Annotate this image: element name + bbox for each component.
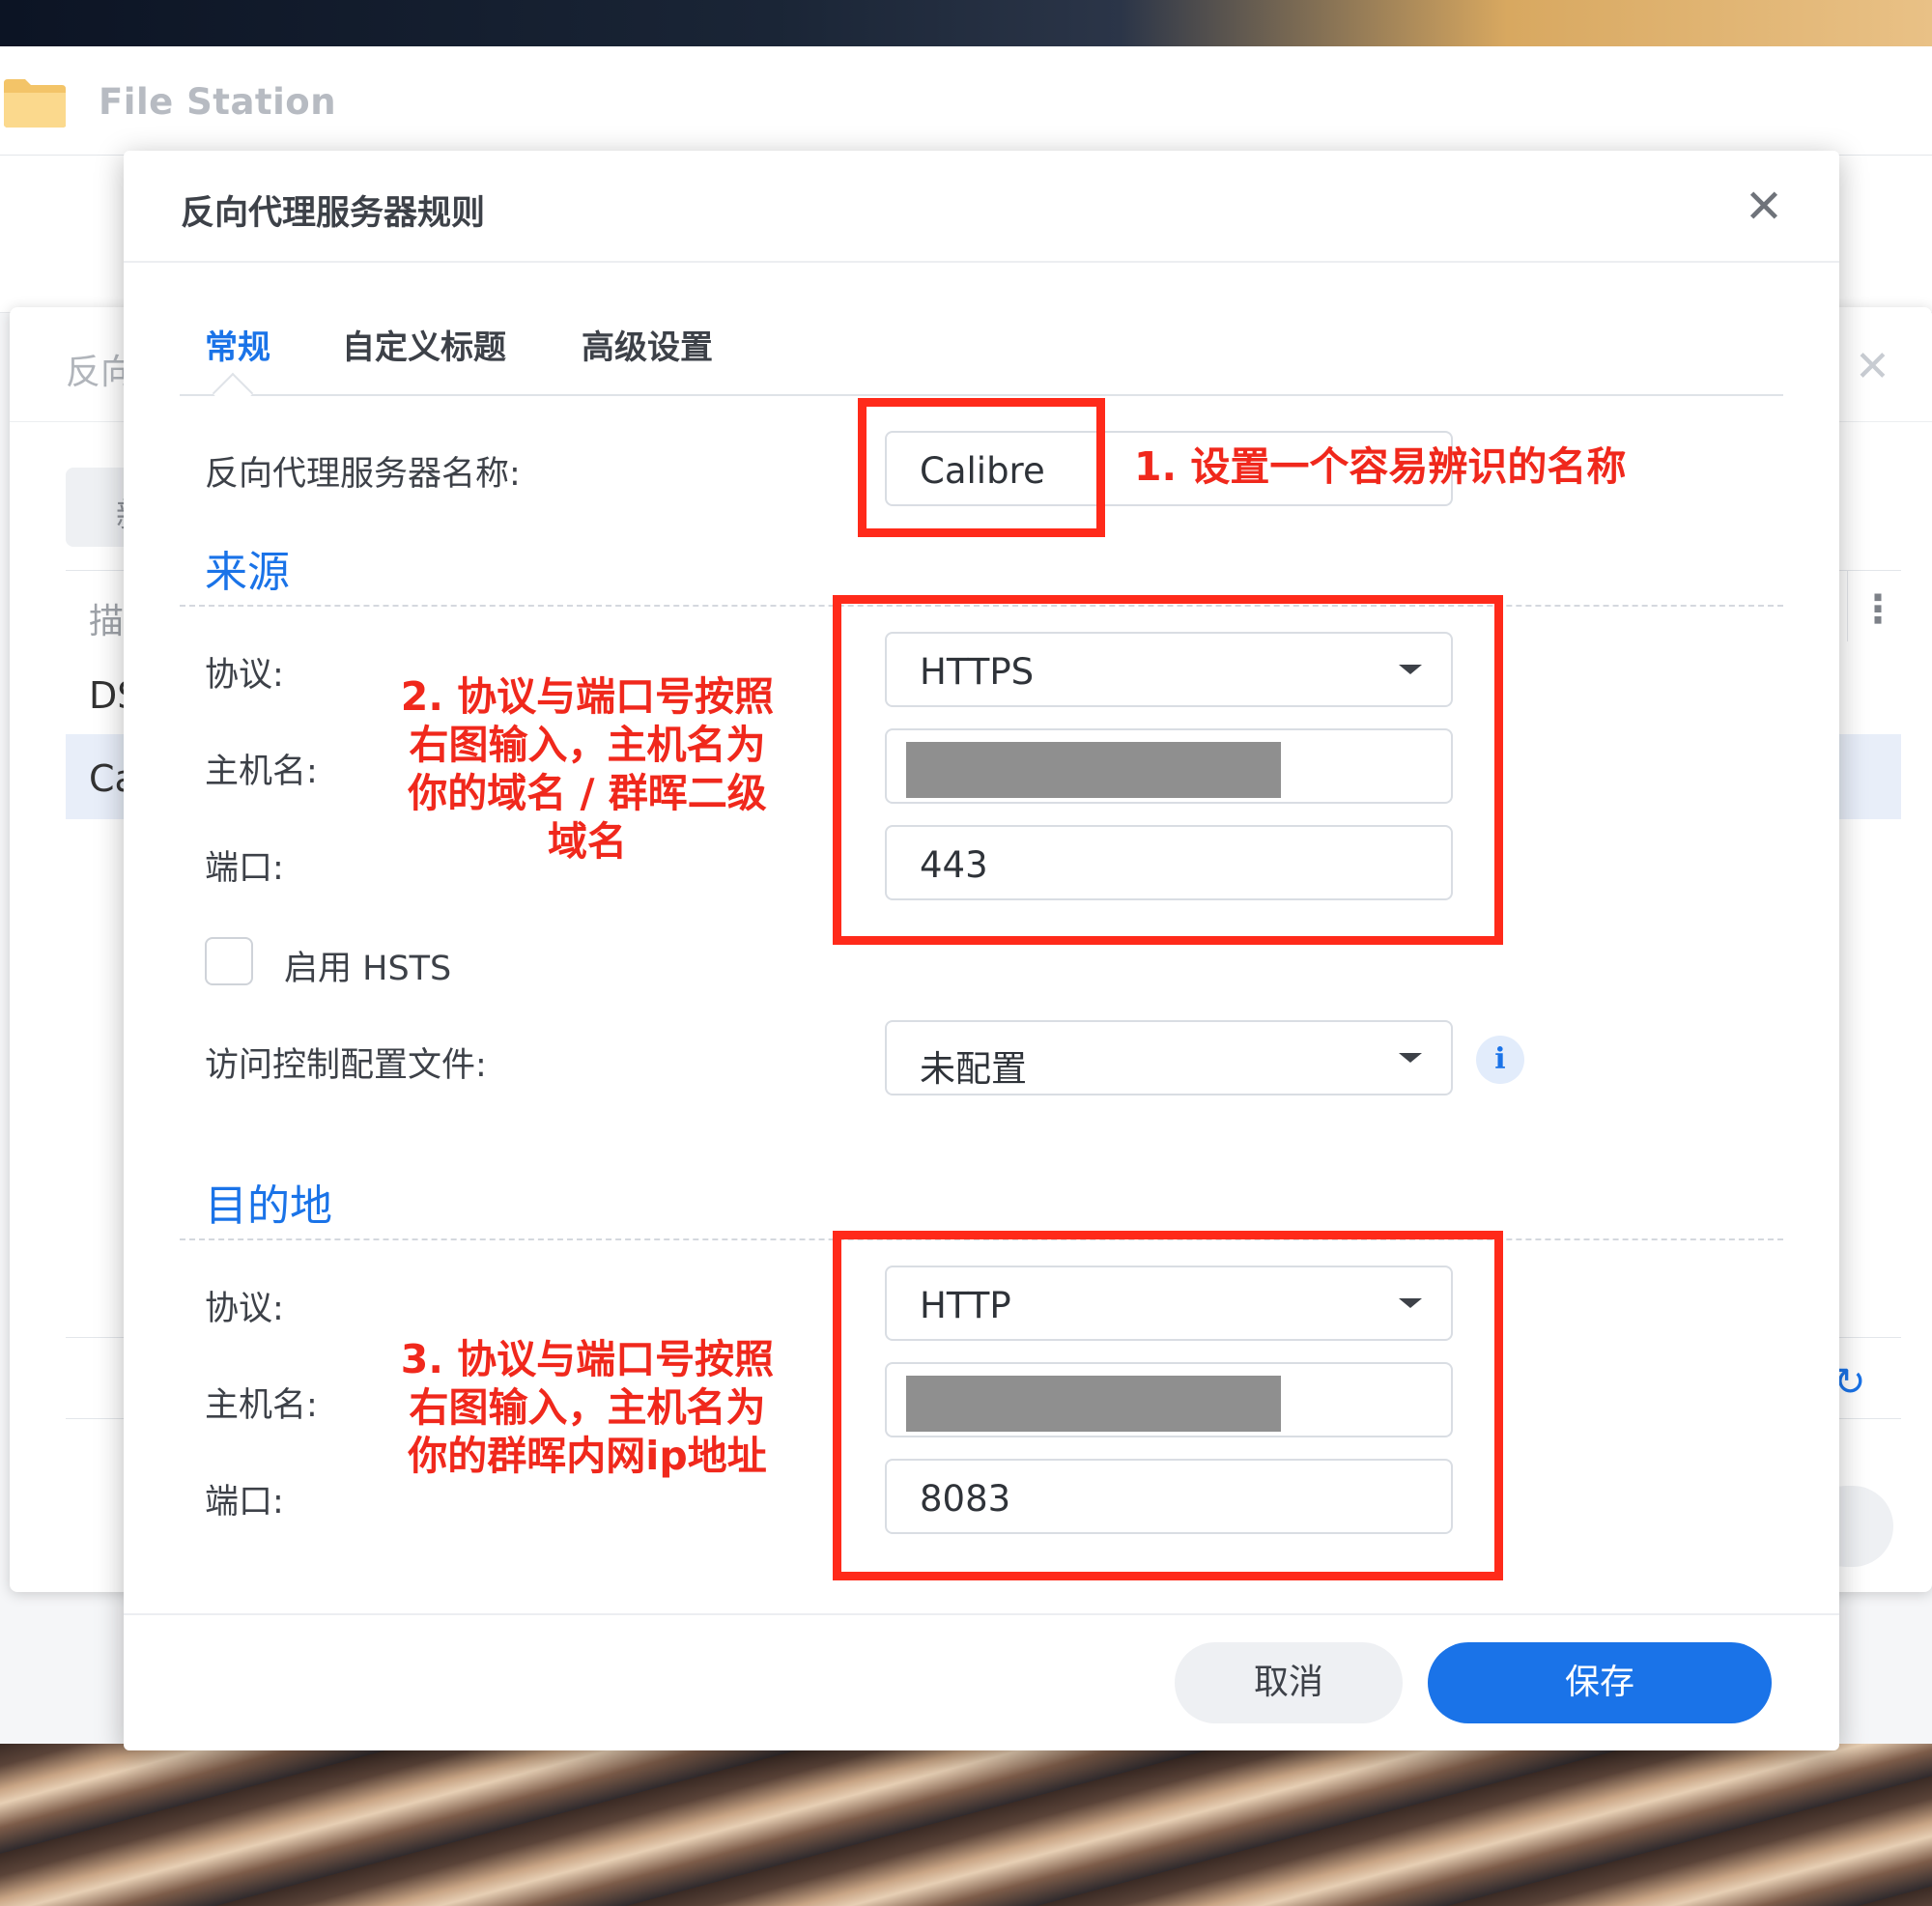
annotation-note-2-line: 右图输入，主机名为	[409, 722, 766, 768]
annotation-note-2: 2. 协议与端口号按照 右图输入，主机名为 你的域名 / 群晖二级 域名	[384, 672, 790, 866]
background-column-separator	[1847, 570, 1848, 641]
background-close-icon[interactable]: ✕	[1855, 342, 1890, 391]
annotation-note-3-line: 右图输入，主机名为	[409, 1384, 766, 1431]
annotation-note-3: 3. 协议与端口号按照 右图输入，主机名为 你的群晖内网ip地址	[384, 1335, 790, 1480]
tab-advanced-settings[interactable]: 高级设置	[582, 321, 713, 368]
annotation-box-1	[858, 398, 1105, 537]
more-options-icon[interactable]: ⋮	[1859, 587, 1897, 632]
info-icon[interactable]: i	[1476, 1036, 1524, 1084]
destination-port-label: 端口:	[205, 1483, 284, 1522]
destination-hostname-label: 主机名:	[205, 1386, 318, 1425]
close-icon[interactable]: ✕	[1735, 178, 1793, 236]
destination-heading: 目的地	[205, 1181, 332, 1231]
file-station-titlebar: File Station	[0, 46, 1932, 156]
chevron-down-icon	[1399, 1053, 1422, 1063]
tab-general[interactable]: 常规	[205, 321, 270, 368]
dialog-title-divider	[124, 261, 1839, 263]
annotation-note-1: 1. 设置一个容易辨识的名称	[1134, 443, 1627, 490]
annotation-note-2-line: 2. 协议与端口号按照	[400, 673, 775, 720]
desktop-wallpaper-top	[0, 0, 1932, 46]
hsts-checkbox[interactable]	[205, 937, 253, 985]
desktop-wallpaper-bottom	[0, 1744, 1932, 1906]
dialog-footer-divider	[124, 1613, 1839, 1615]
save-button[interactable]: 保存	[1428, 1642, 1772, 1723]
source-hostname-label: 主机名:	[205, 753, 318, 791]
annotation-note-2-line: 域名	[548, 818, 627, 865]
active-tab-indicator	[212, 372, 254, 414]
hsts-label: 启用 HSTS	[284, 950, 452, 988]
access-control-label: 访问控制配置文件:	[205, 1046, 487, 1085]
annotation-note-3-line: 你的群晖内网ip地址	[408, 1433, 767, 1479]
source-protocol-label: 协议:	[205, 656, 284, 695]
tab-custom-header[interactable]: 自定义标题	[342, 321, 506, 368]
tab-bar-line	[180, 394, 1783, 396]
background-column-description: 描	[89, 602, 125, 641]
annotation-note-2-line: 你的域名 / 群晖二级	[408, 770, 767, 816]
source-heading: 来源	[205, 548, 290, 597]
file-station-title: File Station	[99, 81, 337, 123]
annotation-box-3	[833, 1231, 1503, 1580]
folder-icon	[4, 79, 66, 128]
access-control-value: 未配置	[920, 1048, 1027, 1090]
access-control-select[interactable]: 未配置	[885, 1020, 1453, 1095]
source-port-label: 端口:	[205, 849, 284, 888]
proxy-name-label: 反向代理服务器名称:	[205, 455, 521, 494]
annotation-note-3-line: 3. 协议与端口号按照	[400, 1336, 775, 1382]
reverse-proxy-rule-dialog: 反向代理服务器规则 ✕ 常规 自定义标题 高级设置 反向代理服务器名称: Cal…	[124, 151, 1839, 1750]
annotation-box-2	[833, 595, 1503, 945]
dialog-title: 反向代理服务器规则	[181, 194, 486, 233]
cancel-button[interactable]: 取消	[1175, 1642, 1403, 1723]
destination-protocol-label: 协议:	[205, 1290, 284, 1328]
